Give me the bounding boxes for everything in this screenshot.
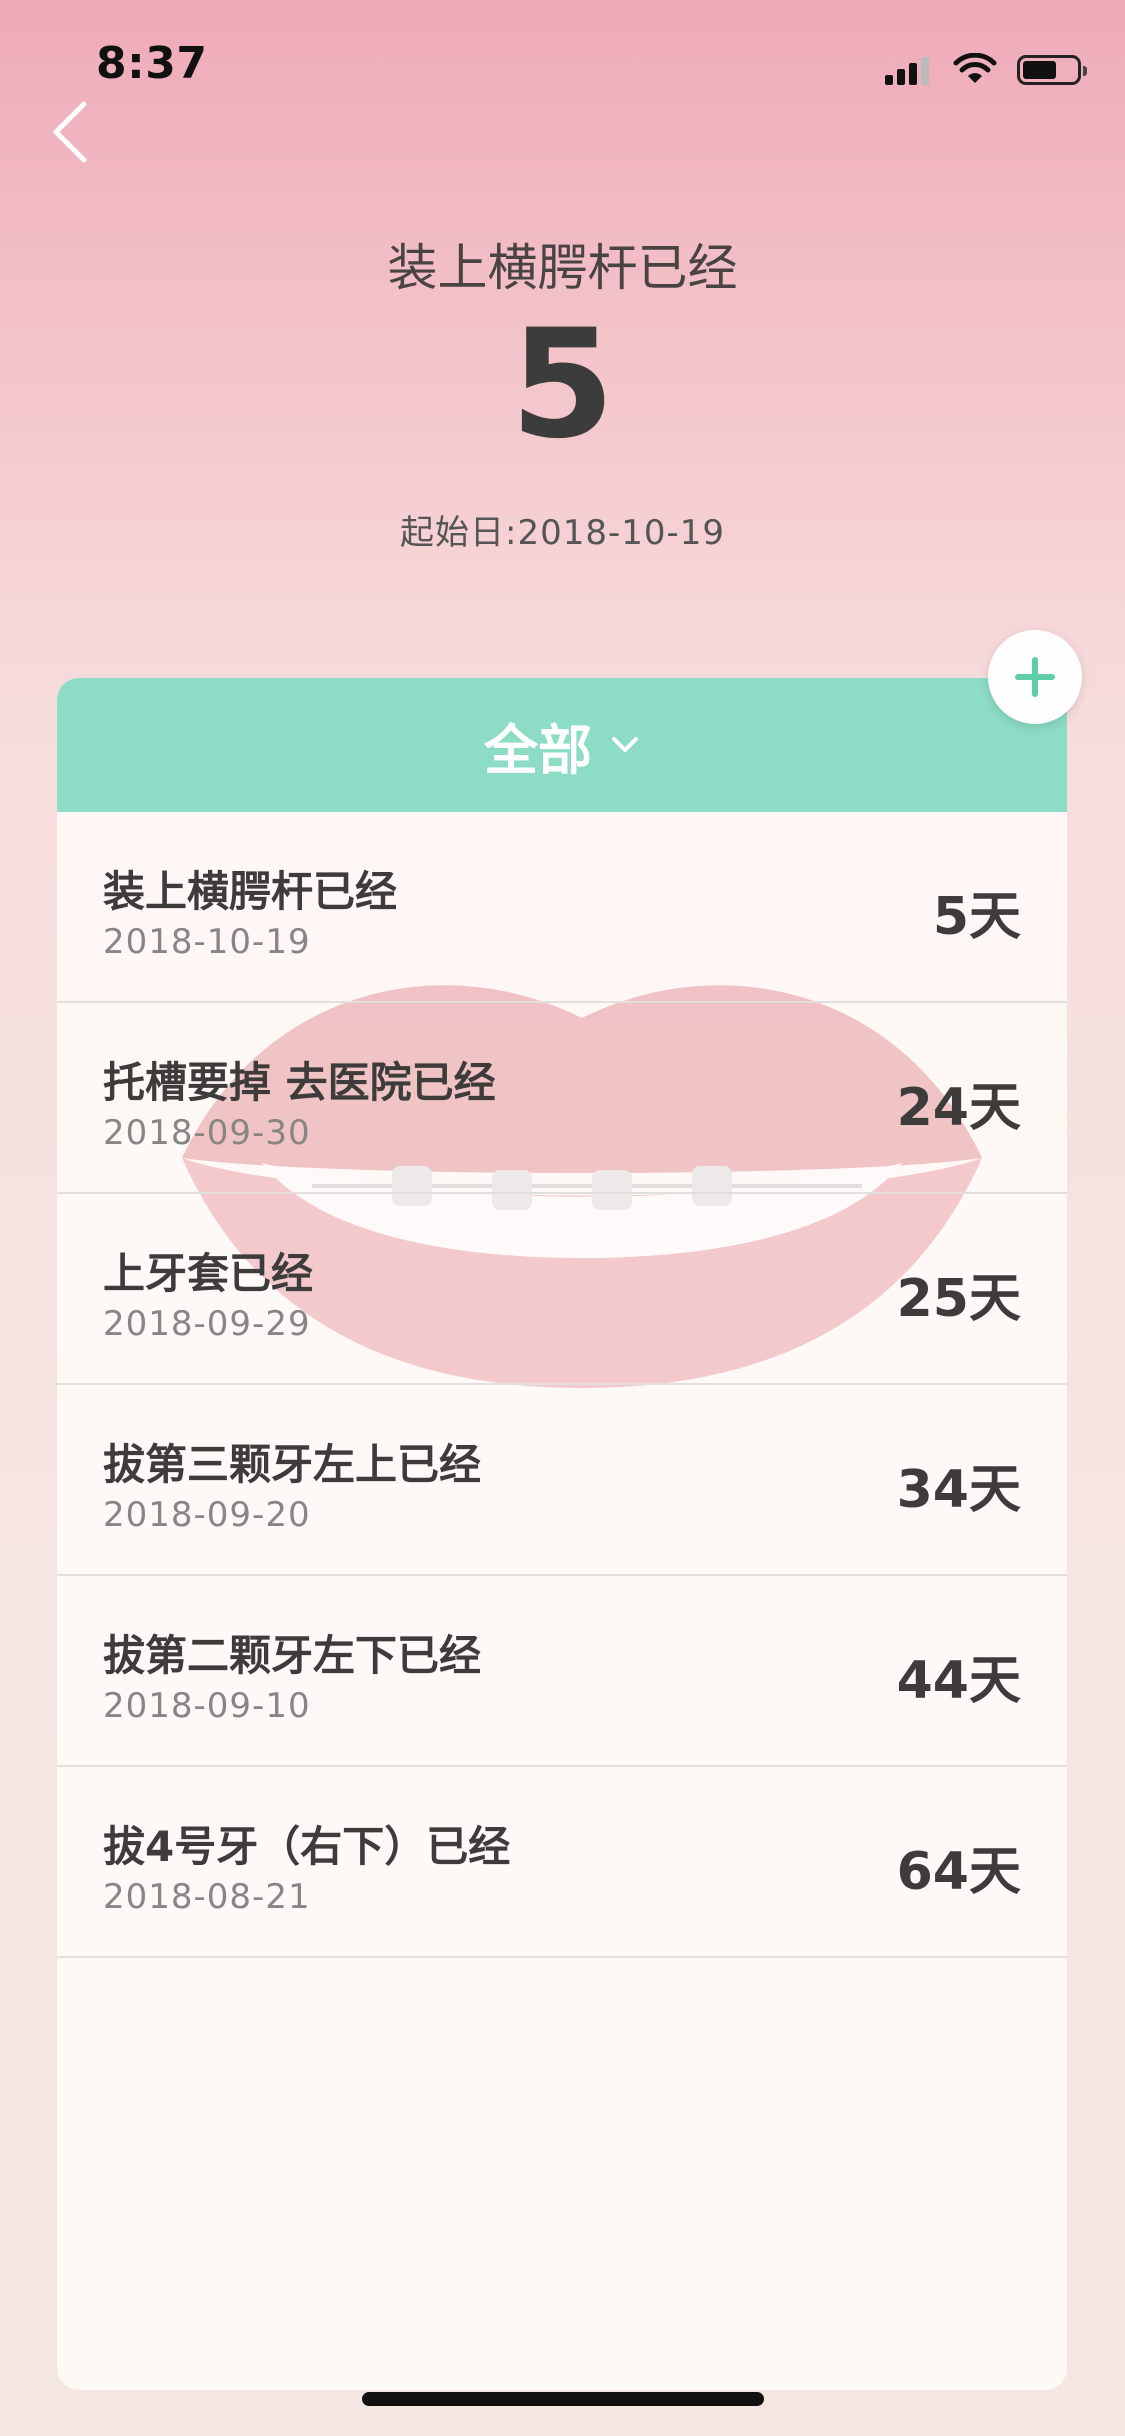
event-days: 25天 — [896, 1269, 1021, 1329]
event-title: 装上横腭杆已经 — [103, 867, 398, 916]
home-indicator[interactable] — [362, 2392, 764, 2406]
start-date-value: 2018-10-19 — [517, 513, 726, 553]
event-days: 44天 — [896, 1651, 1021, 1711]
wifi-icon — [953, 53, 997, 83]
event-date: 2018-09-29 — [103, 1304, 311, 1344]
status-bar: 8:37 — [0, 0, 1125, 132]
event-date: 2018-08-21 — [103, 1877, 311, 1917]
cellular-signal-icon — [885, 55, 933, 85]
event-days: 5天 — [932, 887, 1021, 947]
event-date: 2018-09-30 — [103, 1113, 311, 1153]
event-title: 拔4号牙（右下）已经 — [103, 1822, 511, 1871]
list-item[interactable]: 拔第三颗牙左上已经 2018-09-20 34天 — [57, 1385, 1067, 1576]
event-date: 2018-10-19 — [103, 922, 311, 962]
event-days: 64天 — [896, 1842, 1021, 1902]
battery-icon — [1017, 55, 1087, 85]
chevron-left-icon — [53, 101, 87, 163]
event-title: 托槽要掉 去医院已经 — [103, 1058, 496, 1107]
events-list: 装上横腭杆已经 2018-10-19 5天 托槽要掉 去医院已经 2018-09… — [57, 812, 1067, 1958]
event-date: 2018-09-20 — [103, 1495, 311, 1535]
status-icons — [885, 50, 1087, 90]
event-title: 拔第三颗牙左上已经 — [103, 1440, 482, 1489]
start-date-line: 起始日:2018-10-19 — [0, 505, 1125, 554]
back-button[interactable] — [50, 100, 110, 170]
event-date: 2018-09-10 — [103, 1686, 311, 1726]
list-item[interactable]: 拔4号牙（右下）已经 2018-08-21 64天 — [57, 1767, 1067, 1958]
event-title: 拔第二颗牙左下已经 — [103, 1631, 482, 1680]
page-title: 装上横腭杆已经 — [387, 239, 738, 297]
list-item[interactable]: 托槽要掉 去医院已经 2018-09-30 24天 — [57, 1003, 1067, 1194]
add-event-button[interactable] — [988, 630, 1082, 724]
event-days: 34天 — [896, 1460, 1021, 1520]
chevron-down-icon — [612, 737, 638, 752]
list-item[interactable]: 装上横腭杆已经 2018-10-19 5天 — [57, 812, 1067, 1003]
filter-label: 全部 — [484, 718, 592, 782]
event-title: 上牙套已经 — [103, 1249, 314, 1298]
event-days: 24天 — [896, 1078, 1021, 1138]
status-time: 8:37 — [96, 38, 208, 89]
list-item[interactable]: 上牙套已经 2018-09-29 25天 — [57, 1194, 1067, 1385]
list-item[interactable]: 拔第二颗牙左下已经 2018-09-10 44天 — [57, 1576, 1067, 1767]
start-date-label: 起始日: — [399, 513, 518, 553]
plus-icon — [1015, 657, 1055, 697]
events-card: 全部 装上横腭杆已经 2018-10-19 5天 托槽要掉 去医院已经 2018… — [57, 678, 1067, 2390]
day-count: 5 — [510, 298, 615, 472]
filter-dropdown[interactable]: 全部 — [57, 678, 1067, 812]
